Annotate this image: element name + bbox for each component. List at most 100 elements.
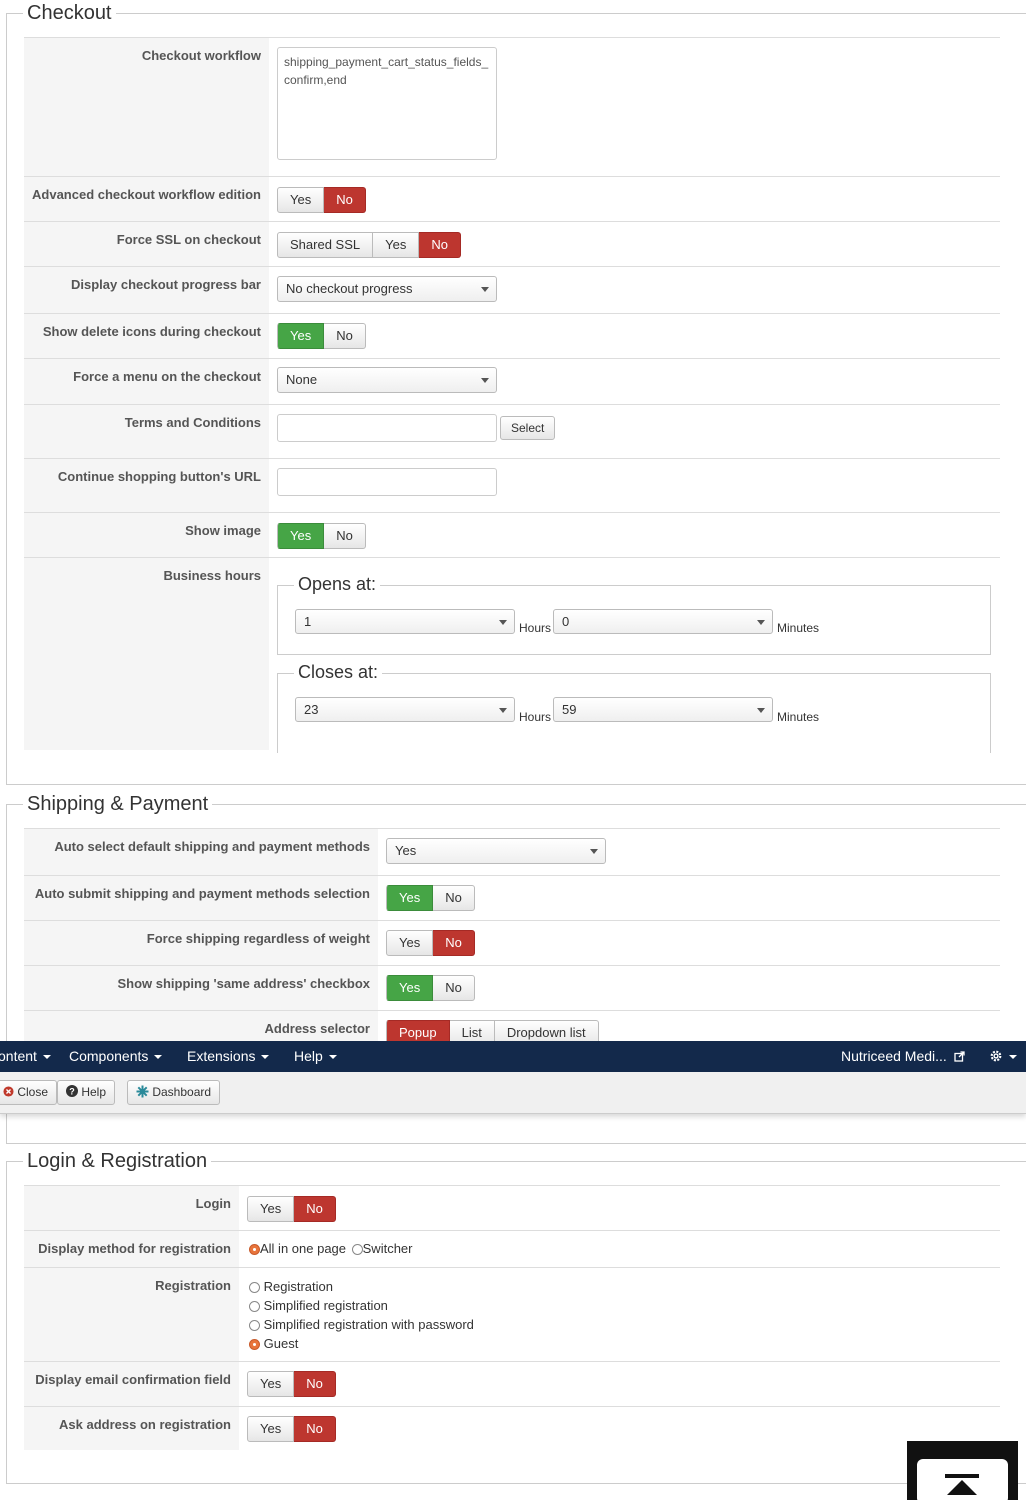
- row-same-address: Show shipping 'same address' checkbox Ye…: [24, 965, 1000, 1010]
- checkout-legend: Checkout: [23, 1, 116, 25]
- external-link-icon: [954, 1051, 965, 1062]
- checkout-workflow-textarea[interactable]: shipping_payment_cart_status_fields_conf…: [277, 47, 497, 160]
- advanced-workflow-yes-button[interactable]: Yes: [277, 187, 325, 213]
- opens-minutes-value: 0: [562, 614, 570, 629]
- delete-icons-no-button[interactable]: No: [324, 323, 366, 349]
- registration-option-label: Registration: [263, 1279, 333, 1294]
- question-icon: ?: [66, 1085, 78, 1097]
- menu-content[interactable]: ontent: [0, 1048, 51, 1064]
- site-link[interactable]: Nutriceed Medi...: [841, 1048, 965, 1064]
- business-hours-label: Business hours: [24, 558, 269, 750]
- continue-url-input[interactable]: [277, 468, 497, 496]
- row-email-confirmation: Display email confirmation field Yes No: [24, 1361, 1000, 1406]
- menu-components-label: Components: [69, 1048, 149, 1064]
- terms-input[interactable]: [277, 414, 497, 442]
- close-button-label: Close: [17, 1085, 49, 1099]
- auto-submit-yes-button[interactable]: Yes: [386, 885, 434, 911]
- site-link-label: Nutriceed Medi...: [841, 1048, 947, 1064]
- auto-submit-no-button[interactable]: No: [433, 885, 475, 911]
- row-business-hours: Business hours Opens at: 1 Hours 0 Minut…: [24, 557, 1000, 753]
- registration-option[interactable]: Registration: [249, 1277, 474, 1296]
- show-image-no-button[interactable]: No: [324, 523, 366, 549]
- row-force-menu: Force a menu on the checkout None: [24, 358, 1000, 404]
- terms-select-button[interactable]: Select: [500, 416, 556, 440]
- simplified-radio[interactable]: [249, 1301, 260, 1312]
- chevron-down-icon: [757, 708, 765, 713]
- auto-select-value: Yes: [395, 843, 417, 858]
- close-button[interactable]: Close: [0, 1080, 58, 1105]
- menu-components[interactable]: Components: [69, 1048, 163, 1064]
- ask-address-no-button[interactable]: No: [294, 1416, 336, 1442]
- menu-help[interactable]: Help: [294, 1048, 337, 1064]
- login-fieldset: Login & Registration Login Yes No Displa…: [6, 1149, 1026, 1484]
- ask-address-yes-button[interactable]: Yes: [247, 1416, 295, 1442]
- opens-hours-value: 1: [304, 614, 312, 629]
- closes-hours-select[interactable]: 23: [295, 697, 515, 722]
- opens-minutes-unit: Minutes: [777, 621, 820, 635]
- login-no-button[interactable]: No: [294, 1196, 336, 1222]
- dashboard-button[interactable]: Dashboard: [127, 1080, 221, 1105]
- opens-minutes-select[interactable]: 0: [553, 609, 773, 634]
- force-ssl-no-button[interactable]: No: [419, 232, 461, 258]
- terms-label: Terms and Conditions: [24, 405, 269, 458]
- registration-option-label: Simplified registration: [263, 1298, 388, 1313]
- settings-menu[interactable]: [989, 1048, 1017, 1064]
- same-address-yes-button[interactable]: Yes: [386, 975, 434, 1001]
- login-label: Login: [24, 1186, 239, 1230]
- force-shipping-no-button[interactable]: No: [433, 930, 475, 956]
- email-confirmation-yes-button[interactable]: Yes: [247, 1371, 295, 1397]
- method-switcher-radio[interactable]: [351, 1244, 363, 1255]
- force-menu-select[interactable]: None: [277, 367, 497, 393]
- caret-down-icon: [154, 1055, 163, 1059]
- row-login: Login Yes No: [24, 1185, 1000, 1230]
- show-image-yes-button[interactable]: Yes: [277, 523, 325, 549]
- method-all-radio[interactable]: [249, 1244, 260, 1255]
- progress-bar-select[interactable]: No checkout progress: [277, 276, 497, 302]
- force-ssl-yes-button[interactable]: Yes: [373, 232, 420, 258]
- help-button[interactable]: ? Help: [57, 1080, 116, 1105]
- login-yes-button[interactable]: Yes: [247, 1196, 295, 1222]
- force-shipping-yes-button[interactable]: Yes: [386, 930, 434, 956]
- arrow-up-to-line-icon: [945, 1474, 979, 1495]
- method-all-label: All in one page: [260, 1241, 347, 1256]
- row-show-image: Show image Yes No: [24, 512, 1000, 557]
- email-confirmation-no-button[interactable]: No: [294, 1371, 336, 1397]
- ask-address-label: Ask address on registration: [24, 1407, 239, 1450]
- force-menu-label: Force a menu on the checkout: [24, 359, 269, 404]
- closes-at-legend: Closes at:: [294, 661, 383, 683]
- same-address-no-button[interactable]: No: [433, 975, 475, 1001]
- force-shipping-label: Force shipping regardless of weight: [24, 921, 378, 965]
- force-ssl-shared-button[interactable]: Shared SSL: [277, 232, 374, 258]
- registration-option-label: Guest: [263, 1336, 299, 1351]
- closes-minutes-select[interactable]: 59: [553, 697, 773, 722]
- close-icon: [3, 1086, 14, 1097]
- delete-icons-yes-button[interactable]: Yes: [277, 323, 325, 349]
- caret-down-icon: [328, 1055, 337, 1059]
- registration-option-label: Simplified registration with password: [263, 1317, 474, 1332]
- continue-url-label: Continue shopping button's URL: [24, 459, 269, 512]
- closes-hours-unit: Hours: [519, 710, 552, 724]
- registration-option[interactable]: Simplified registration with password: [249, 1315, 474, 1334]
- force-ssl-label: Force SSL on checkout: [24, 222, 269, 266]
- simplified-password-radio[interactable]: [249, 1320, 260, 1331]
- row-advanced-workflow: Advanced checkout workflow edition Yes N…: [24, 176, 1000, 221]
- registration-radio[interactable]: [249, 1282, 260, 1293]
- login-legend: Login & Registration: [23, 1149, 212, 1173]
- registration-option[interactable]: Guest: [249, 1334, 474, 1353]
- dashboard-icon: [136, 1085, 149, 1098]
- caret-down-icon: [261, 1055, 270, 1059]
- scroll-to-top-button[interactable]: [907, 1441, 1018, 1504]
- auto-select-select[interactable]: Yes: [386, 838, 606, 864]
- guest-radio[interactable]: [249, 1339, 260, 1350]
- chevron-down-icon: [499, 708, 507, 713]
- same-address-label: Show shipping 'same address' checkbox: [24, 966, 378, 1010]
- advanced-workflow-no-button[interactable]: No: [324, 187, 366, 213]
- menu-extensions[interactable]: Extensions: [187, 1048, 270, 1064]
- auto-submit-label: Auto submit shipping and payment methods…: [24, 876, 378, 920]
- admin-navbar: ontent Components Extensions Help Nutric…: [0, 1041, 1026, 1072]
- opens-at-fieldset: Opens at: 1 Hours 0 Minutes: [277, 573, 991, 655]
- registration-option[interactable]: Simplified registration: [249, 1296, 474, 1315]
- row-auto-submit: Auto submit shipping and payment methods…: [24, 875, 1000, 920]
- opens-hours-select[interactable]: 1: [295, 609, 515, 634]
- row-registration-method: Display method for registration All in o…: [24, 1230, 1000, 1267]
